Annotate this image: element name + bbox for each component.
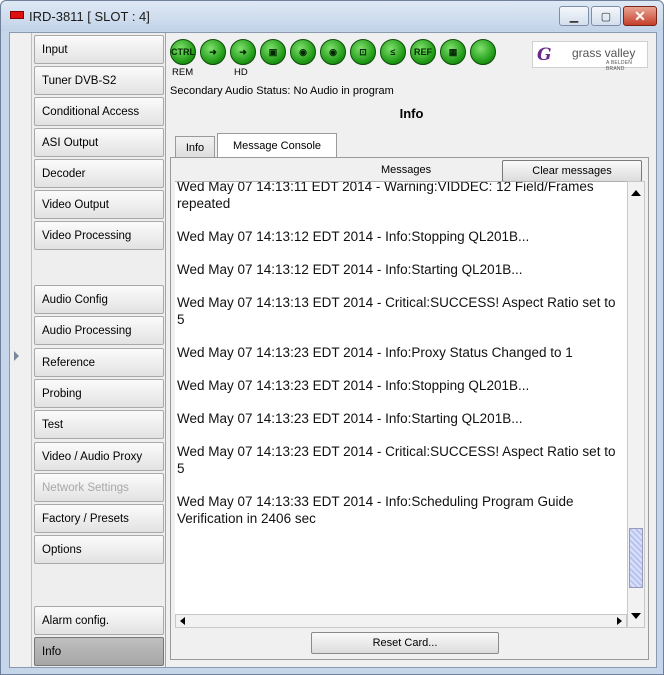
sidebar: Input Tuner DVB-S2 Conditional Access AS…: [32, 33, 166, 667]
sidebar-item-video-audio-proxy[interactable]: Video / Audio Proxy: [34, 442, 164, 471]
arrow-right-icon[interactable]: ➜: [200, 39, 226, 65]
sidebar-item-probing[interactable]: Probing: [34, 379, 164, 408]
tab-info[interactable]: Info: [175, 136, 215, 158]
minimize-button[interactable]: ▁: [559, 6, 589, 26]
sidebar-item-decoder[interactable]: Decoder: [34, 159, 164, 188]
sidebar-item-info[interactable]: Info: [34, 637, 164, 666]
sidebar-item-audio-config[interactable]: Audio Config: [34, 285, 164, 314]
reset-card-button[interactable]: Reset Card...: [311, 632, 499, 654]
sidebar-item-audio-processing[interactable]: Audio Processing: [34, 316, 164, 345]
sidebar-item-conditional-access[interactable]: Conditional Access: [34, 97, 164, 126]
list-item: Wed May 07 14:13:11 EDT 2014 - Warning:V…: [177, 181, 594, 211]
sidebar-item-options[interactable]: Options: [34, 535, 164, 564]
list-item: Wed May 07 14:13:23 EDT 2014 - Info:Prox…: [177, 345, 573, 360]
close-icon: ✕: [634, 7, 646, 24]
scroll-right-icon[interactable]: [617, 617, 622, 625]
list-item: Wed May 07 14:13:13 EDT 2014 - Critical:…: [177, 295, 616, 327]
messages-header: Messages: [381, 164, 432, 176]
rem-label: REM: [172, 67, 194, 78]
sidebar-item-test[interactable]: Test: [34, 410, 164, 439]
sidebar-item-alarm-config[interactable]: Alarm config.: [34, 606, 164, 635]
app-icon: [10, 11, 24, 19]
sidebar-item-factory-presets[interactable]: Factory / Presets: [34, 504, 164, 533]
less-equal-icon[interactable]: ≤: [380, 39, 406, 65]
message-list[interactable]: Wed May 07 14:13:11 EDT 2014 - Warning:V…: [175, 181, 627, 614]
maximize-icon: ▢: [600, 10, 612, 23]
list-item: Wed May 07 14:13:23 EDT 2014 - Info:Star…: [177, 411, 523, 426]
window-title: IRD-3811 [ SLOT : 4]: [29, 9, 150, 24]
logo-text: grass valley: [572, 46, 636, 60]
sidebar-item-asi-output[interactable]: ASI Output: [34, 128, 164, 157]
scroll-thumb[interactable]: [629, 528, 643, 588]
list-item: Wed May 07 14:13:12 EDT 2014 - Info:Stop…: [177, 229, 530, 244]
sidebar-item-reference[interactable]: Reference: [34, 348, 164, 377]
sidebar-item-tuner-dvb-s2[interactable]: Tuner DVB-S2: [34, 66, 164, 95]
arrow-right-icon[interactable]: ➜: [230, 39, 256, 65]
minimize-icon: ▁: [569, 10, 579, 23]
vertical-scrollbar[interactable]: [627, 181, 645, 628]
lock-icon[interactable]: ⊡: [350, 39, 376, 65]
sidebar-item-input[interactable]: Input: [34, 35, 164, 64]
sidebar-item-video-processing[interactable]: Video Processing: [34, 221, 164, 250]
page-title: Info: [399, 106, 424, 121]
monitor-icon[interactable]: ▦: [440, 39, 466, 65]
expand-arrow-icon[interactable]: [14, 351, 19, 361]
camera-icon[interactable]: ▣: [260, 39, 286, 65]
title-bar[interactable]: IRD-3811 [ SLOT : 4] ▁ ▢ ✕: [1, 1, 663, 31]
audio-icon[interactable]: ◉: [290, 39, 316, 65]
sidebar-item-video-output[interactable]: Video Output: [34, 190, 164, 219]
content-area: CTRL ➜ ➜ ▣ ◉ ◉ ⊡ ≤ REF ▦ REM HD G grass …: [167, 33, 656, 667]
list-item: Wed May 07 14:13:12 EDT 2014 - Info:Star…: [177, 262, 523, 277]
audio-icon[interactable]: ◉: [320, 39, 346, 65]
logo-subtext: A BELDEN BRAND: [606, 60, 633, 72]
maximize-button[interactable]: ▢: [591, 6, 621, 26]
horizontal-scrollbar[interactable]: [175, 614, 627, 628]
status-light-icon[interactable]: [470, 39, 496, 65]
hd-label: HD: [234, 67, 248, 78]
status-icon-bar: CTRL ➜ ➜ ▣ ◉ ◉ ⊡ ≤ REF ▦ REM HD: [170, 39, 508, 78]
grass-valley-logo-icon: G: [537, 45, 552, 65]
scroll-up-icon[interactable]: [631, 190, 641, 196]
scroll-left-icon[interactable]: [180, 617, 185, 625]
grass-valley-logo: G grass valley A BELDEN BRAND: [532, 41, 648, 72]
sidebar-item-network-settings: Network Settings: [34, 473, 164, 502]
list-item: Wed May 07 14:13:23 EDT 2014 - Critical:…: [177, 444, 616, 476]
list-item: Wed May 07 14:13:23 EDT 2014 - Info:Stop…: [177, 378, 530, 393]
collapse-strip[interactable]: [10, 33, 32, 667]
message-console-panel: Messages Clear messages Wed May 07 14:13…: [170, 157, 649, 660]
tab-message-console[interactable]: Message Console: [217, 133, 337, 158]
ctrl-icon[interactable]: CTRL: [170, 39, 196, 65]
secondary-audio-status: Secondary Audio Status: No Audio in prog…: [170, 85, 394, 97]
list-item: Wed May 07 14:13:33 EDT 2014 - Info:Sche…: [177, 494, 574, 526]
ref-icon[interactable]: REF: [410, 39, 436, 65]
clear-messages-button[interactable]: Clear messages: [502, 160, 642, 182]
main-area: Input Tuner DVB-S2 Conditional Access AS…: [9, 32, 657, 668]
app-window: IRD-3811 [ SLOT : 4] ▁ ▢ ✕ Input Tuner D…: [0, 0, 664, 675]
scroll-down-icon[interactable]: [631, 613, 641, 619]
close-button[interactable]: ✕: [623, 6, 657, 26]
